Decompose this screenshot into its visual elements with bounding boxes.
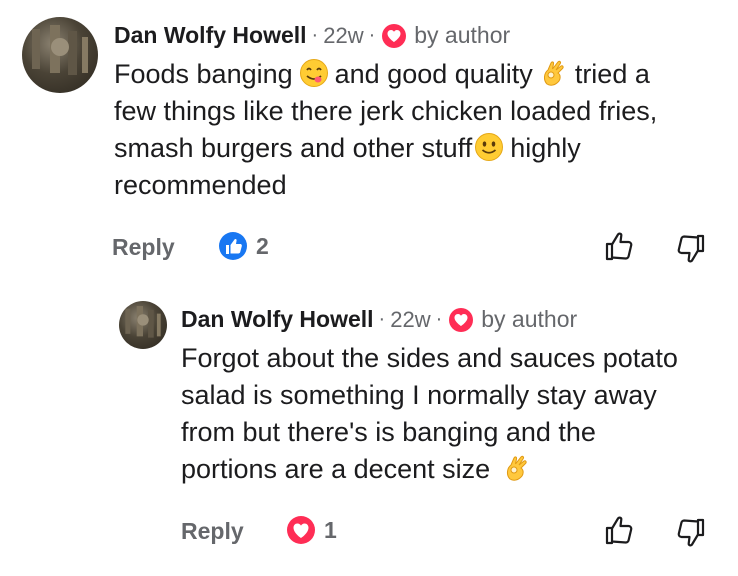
separator: · bbox=[435, 308, 443, 330]
reply-button[interactable]: Reply bbox=[112, 234, 175, 261]
text-line: few things like there jerk chicken loade… bbox=[114, 96, 658, 126]
avatar[interactable] bbox=[119, 301, 167, 349]
author-badge-label: by author bbox=[414, 22, 511, 48]
timestamp: 22w bbox=[390, 306, 431, 332]
heart-icon bbox=[382, 23, 407, 48]
reaction-count: 1 bbox=[324, 516, 337, 543]
reply-button[interactable]: Reply bbox=[181, 518, 244, 545]
separator: · bbox=[311, 24, 319, 46]
author-name[interactable]: Dan Wolfy Howell bbox=[181, 306, 374, 333]
text-line: Forgot about the sides and sauces potato bbox=[181, 343, 678, 373]
avatar-photo-icon bbox=[32, 25, 88, 75]
text-segment: and good quality bbox=[334, 59, 533, 89]
text-segment: tried a bbox=[574, 59, 650, 89]
comment-text: Forgot about the sides and sauces potato… bbox=[181, 340, 731, 488]
comment-header: Dan Wolfy Howell · 22w · by author bbox=[114, 22, 510, 49]
reaction-summary[interactable]: 2 bbox=[218, 231, 269, 261]
reaction-count: 2 bbox=[256, 232, 269, 259]
text-segment: smash burgers and other stuff bbox=[114, 133, 473, 163]
love-icon bbox=[287, 516, 315, 544]
thumbs-down-icon[interactable] bbox=[674, 516, 708, 550]
ok-hand-emoji bbox=[507, 455, 527, 481]
like-icon bbox=[219, 232, 247, 260]
comment-text: Foods banging and good quality tried a few… bbox=[114, 56, 724, 204]
text-segment: highly bbox=[510, 133, 581, 163]
separator: · bbox=[378, 308, 386, 330]
heart-icon bbox=[449, 307, 474, 332]
separator: · bbox=[368, 24, 376, 46]
text-segment: Foods banging bbox=[114, 59, 293, 89]
reaction-summary[interactable]: 1 bbox=[286, 515, 337, 545]
thumbs-up-icon[interactable] bbox=[602, 229, 636, 263]
text-line: from but there's is banging and the bbox=[181, 417, 596, 447]
author-name[interactable]: Dan Wolfy Howell bbox=[114, 22, 307, 49]
timestamp: 22w bbox=[323, 22, 364, 48]
ok-hand-emoji bbox=[543, 60, 564, 86]
avatar-photo-icon bbox=[125, 306, 161, 338]
yum-face-emoji bbox=[299, 59, 328, 87]
author-badge-label: by author bbox=[481, 306, 578, 332]
thumbs-up-icon[interactable] bbox=[602, 513, 636, 547]
text-segment: portions are a decent size bbox=[181, 454, 491, 484]
thumbs-down-icon[interactable] bbox=[674, 232, 708, 266]
text-line: salad is something I normally stay away bbox=[181, 380, 657, 410]
smiling-face-emoji bbox=[475, 133, 504, 161]
text-line: recommended bbox=[114, 170, 287, 200]
comment-header: Dan Wolfy Howell · 22w · by author bbox=[181, 306, 577, 333]
avatar[interactable] bbox=[22, 17, 98, 93]
